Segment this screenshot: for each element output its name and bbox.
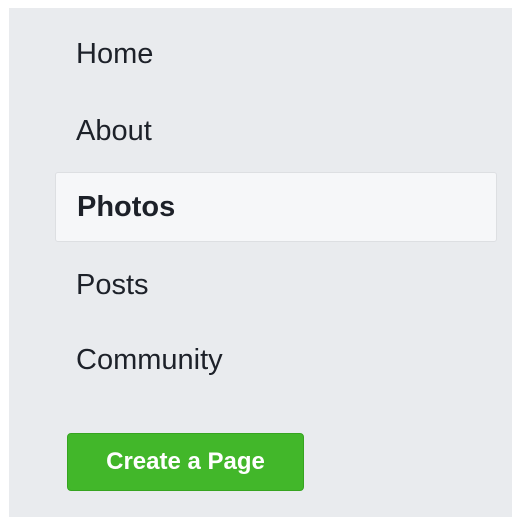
sidebar-item-photos-label: Photos (77, 191, 176, 223)
sidebar-item-about[interactable]: About (76, 117, 152, 146)
sidebar-item-posts[interactable]: Posts (76, 271, 149, 300)
sidebar-item-community[interactable]: Community (76, 346, 223, 375)
page-sidebar: Home About Photos Posts Community Create… (9, 8, 512, 517)
sidebar-item-home[interactable]: Home (76, 40, 153, 69)
create-page-button[interactable]: Create a Page (67, 433, 304, 491)
sidebar-item-photos[interactable]: Photos (55, 172, 497, 242)
